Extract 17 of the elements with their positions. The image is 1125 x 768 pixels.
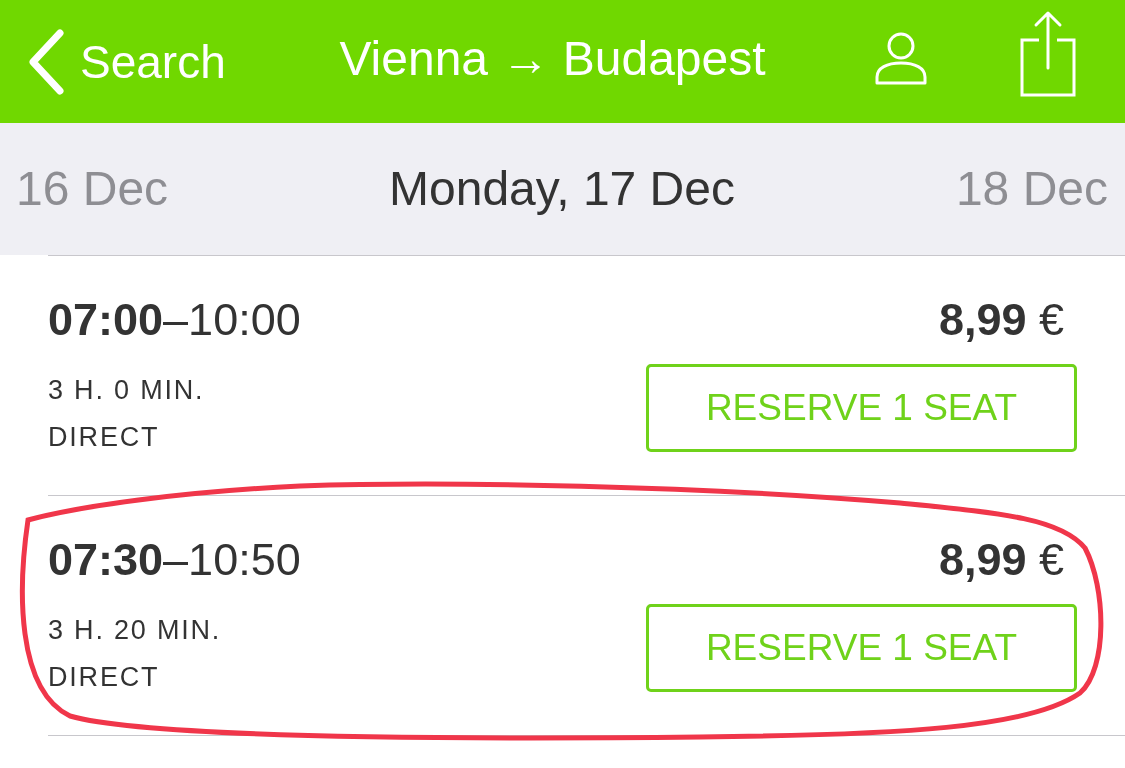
trip-price: 8,99 €: [938, 536, 1064, 584]
trip-transfers: DIRECT: [48, 421, 160, 454]
previous-date-link[interactable]: 16 Dec: [16, 165, 169, 213]
reserve-button[interactable]: RESERVE 1 SEAT: [646, 604, 1077, 692]
trip-transfers: DIRECT: [48, 661, 160, 694]
route-title: Vienna → Budapest: [339, 34, 766, 83]
trip-times: 07:00–10:00: [48, 296, 301, 344]
trip-times: 07:30–10:50: [48, 536, 301, 584]
back-button[interactable]: Search: [28, 28, 226, 95]
chevron-left-icon: [28, 28, 64, 95]
share-icon[interactable]: [1019, 9, 1077, 98]
trip-duration: 3 H. 20 MIN.: [48, 614, 222, 647]
trip-duration: 3 H. 0 MIN.: [48, 374, 205, 407]
trip-price: 8,99 €: [938, 296, 1064, 344]
next-date-link[interactable]: 18 Dec: [955, 165, 1108, 213]
reserve-button[interactable]: RESERVE 1 SEAT: [646, 364, 1077, 452]
current-date: Monday, 17 Dec: [389, 165, 735, 213]
